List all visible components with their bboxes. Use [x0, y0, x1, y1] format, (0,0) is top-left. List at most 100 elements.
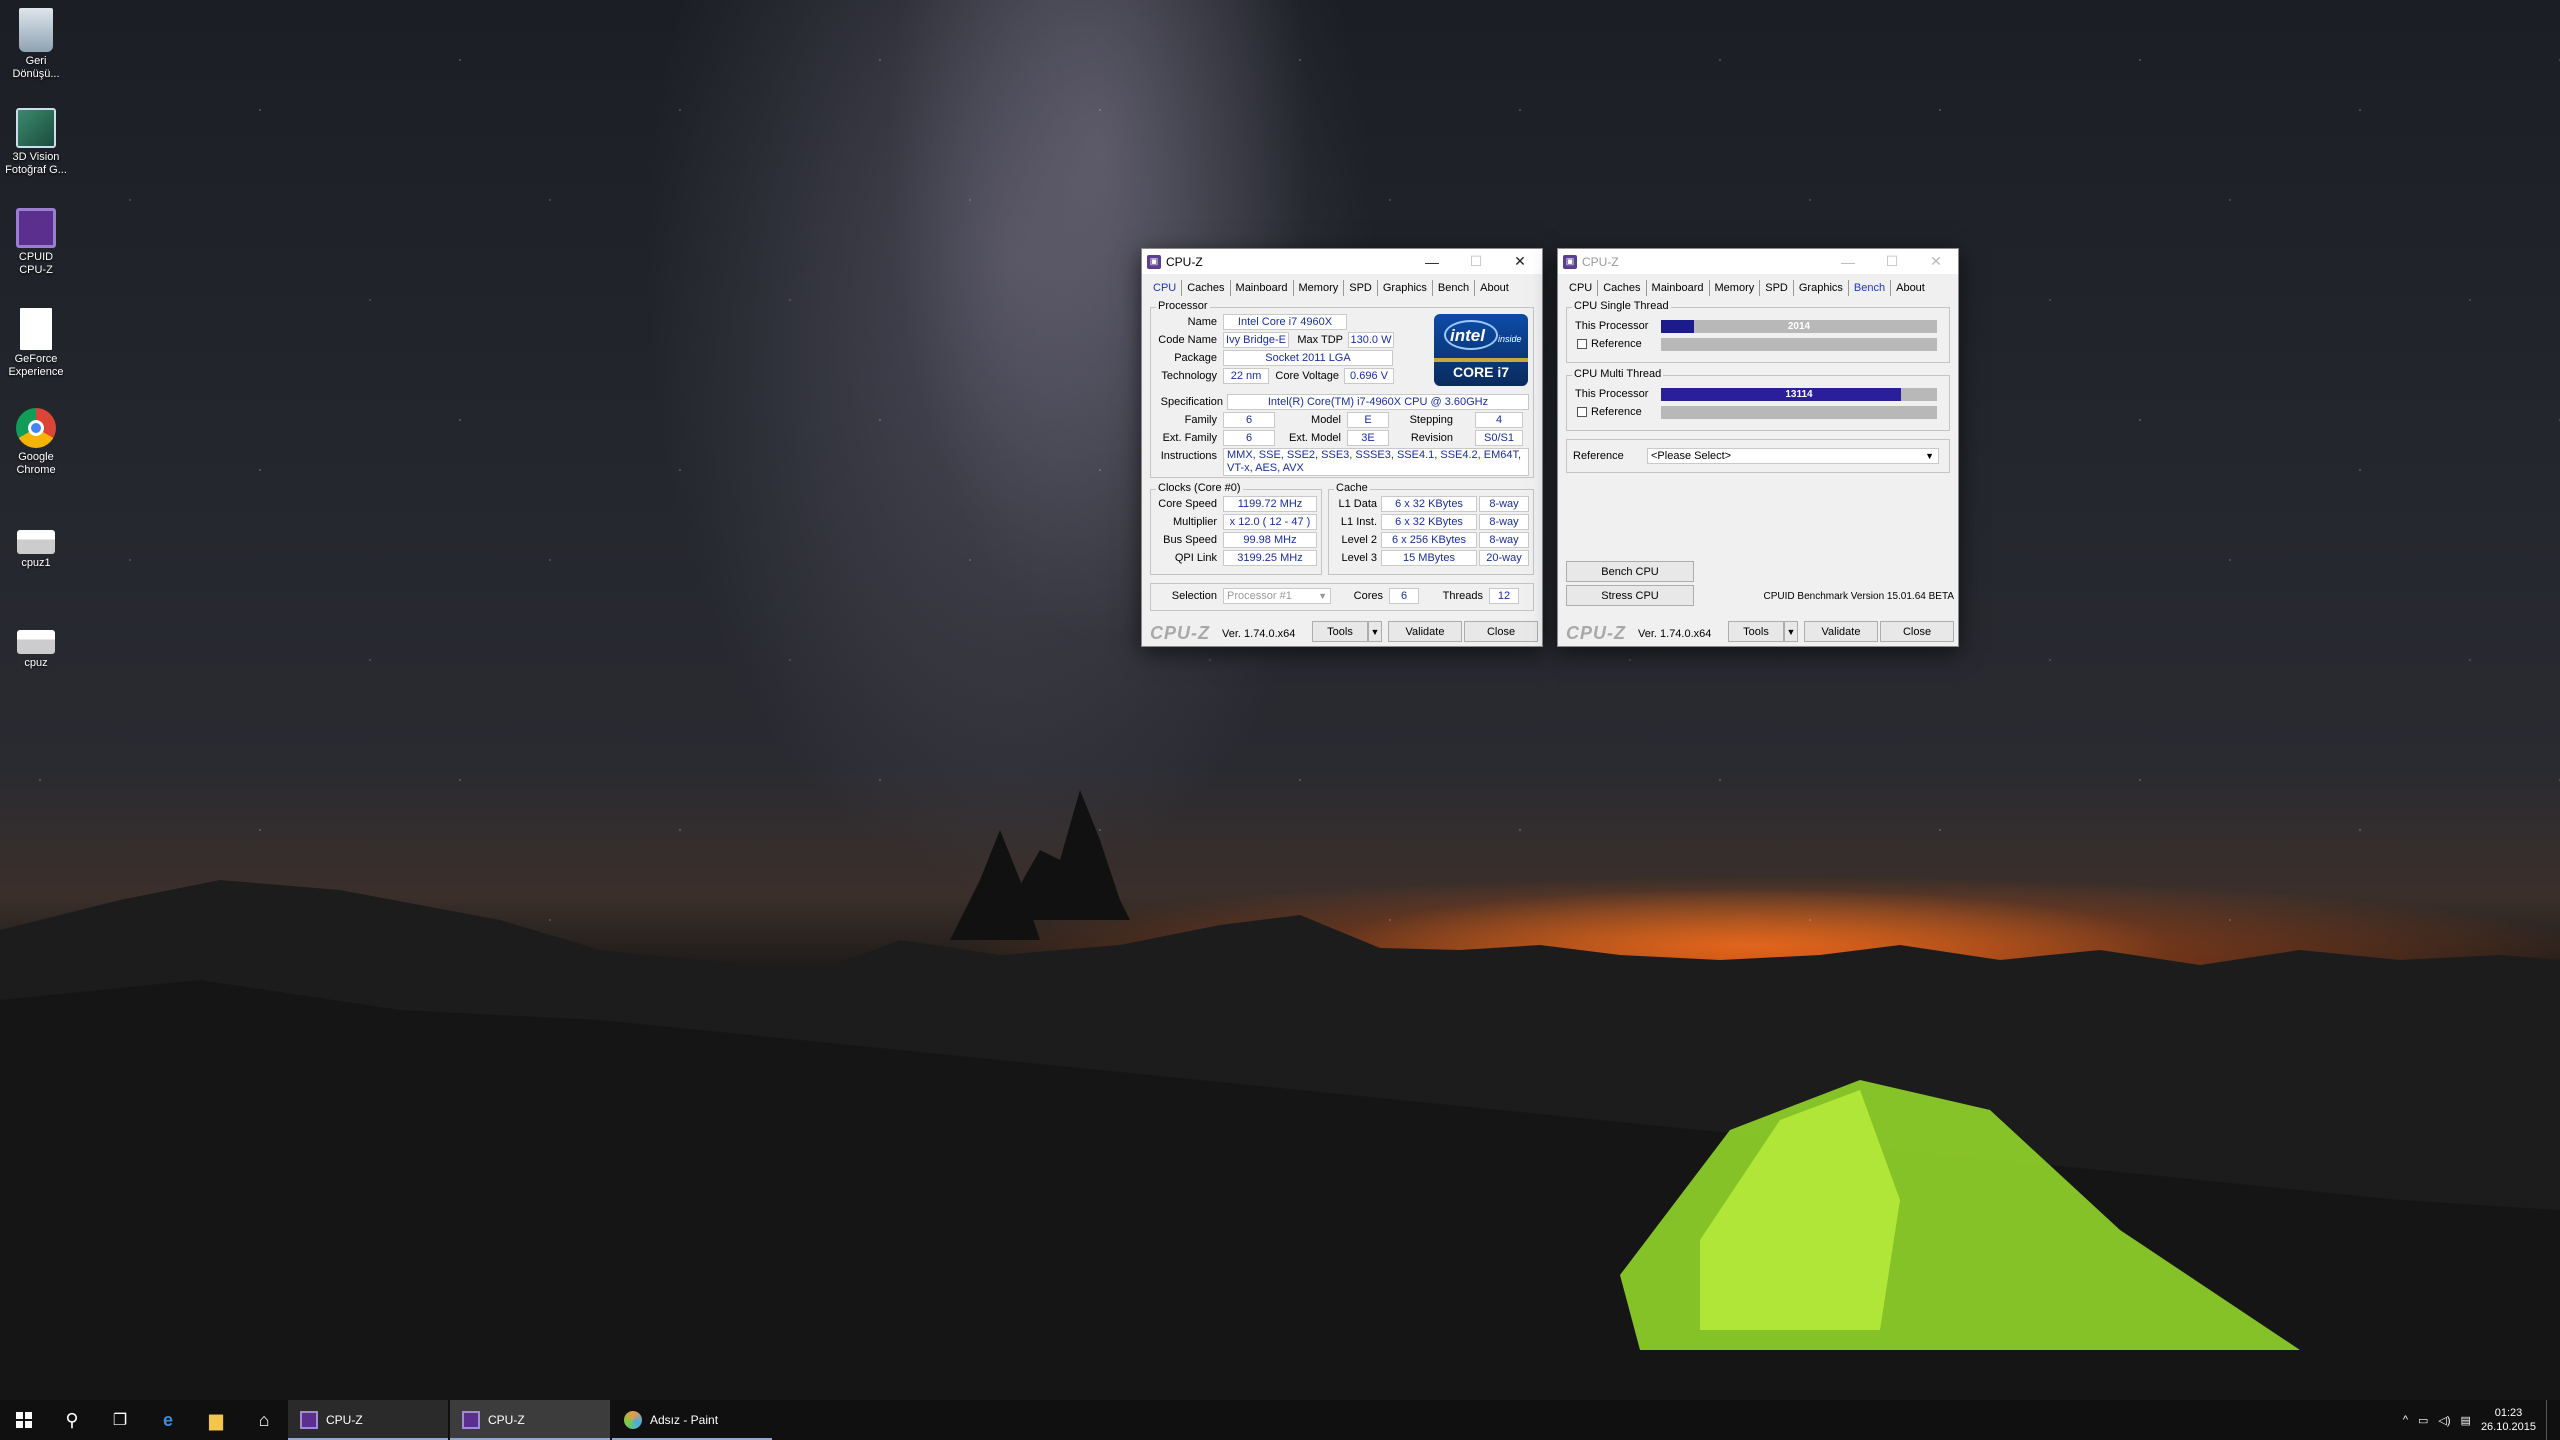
tab-caches[interactable]: Caches — [1598, 280, 1647, 296]
tab-memory[interactable]: Memory — [1294, 280, 1345, 296]
start-button[interactable] — [0, 1400, 48, 1440]
store-button[interactable]: ⌂ — [240, 1400, 288, 1440]
tools-dropdown-button[interactable]: ▼ — [1784, 621, 1798, 642]
selection-label: Selection — [1171, 590, 1217, 602]
desktop-icon-cpuz[interactable]: cpuz — [4, 620, 68, 670]
maxtdp-label: Max TDP — [1297, 334, 1343, 346]
tab-memory[interactable]: Memory — [1710, 280, 1761, 296]
bench-cpu-button[interactable]: Bench CPU — [1566, 561, 1694, 582]
action-center-icon[interactable]: ▤ — [2461, 1414, 2471, 1427]
validate-button[interactable]: Validate — [1388, 621, 1462, 642]
panel-title: CPU Multi Thread — [1572, 368, 1664, 380]
close-window-button[interactable]: ✕ — [1498, 249, 1542, 274]
tab-spd[interactable]: SPD — [1760, 280, 1794, 296]
tab-graphics[interactable]: Graphics — [1378, 280, 1433, 296]
network-icon[interactable]: ▭ — [2418, 1414, 2428, 1427]
desktop-icon-label: Geri Dönüşü... — [12, 55, 60, 80]
maximize-button[interactable]: ☐ — [1870, 249, 1914, 274]
chevron-down-icon: ▼ — [1318, 591, 1327, 601]
taskbar-app-paint[interactable]: Adsız - Paint — [612, 1400, 772, 1440]
l1d-way-value: 8-way — [1479, 496, 1529, 512]
validate-button[interactable]: Validate — [1804, 621, 1878, 642]
tab-bench[interactable]: Bench — [1849, 280, 1892, 296]
reference-select[interactable]: <Please Select> ▼ — [1647, 448, 1939, 464]
recycle-bin-icon — [19, 8, 53, 52]
processor-name-value: Intel Core i7 4960X — [1223, 314, 1347, 330]
tab-cpu[interactable]: CPU — [1564, 280, 1599, 296]
taskbar-app-cpuz-1[interactable]: CPU-Z — [288, 1400, 448, 1440]
chrome-icon — [16, 408, 56, 448]
processor-select[interactable]: Processor #1 ▼ — [1223, 588, 1331, 604]
cpuz-window-bench: ▣ CPU-Z — ☐ ✕ CPU Caches Mainboard Memor… — [1557, 248, 1959, 647]
clock-time: 01:23 — [2494, 1407, 2523, 1419]
single-thread-score: 2014 — [1787, 321, 1811, 332]
taskbar-app-label: Adsız - Paint — [650, 1413, 719, 1427]
tab-about[interactable]: About — [1475, 280, 1514, 296]
clock[interactable]: 01:23 26.10.2015 — [2481, 1406, 2536, 1434]
edge-button[interactable]: e — [144, 1400, 192, 1440]
close-button[interactable]: Close — [1880, 621, 1954, 642]
close-label: Close — [1902, 625, 1932, 638]
minimize-button[interactable]: — — [1826, 249, 1870, 274]
l1d-label: L1 Data — [1338, 498, 1377, 510]
taskbar-app-cpuz-2[interactable]: CPU-Z — [450, 1400, 610, 1440]
l3-value: 15 MBytes — [1381, 550, 1477, 566]
minimize-button[interactable]: — — [1410, 249, 1454, 274]
desktop-icon-geforce[interactable]: GeForce Experience — [4, 308, 68, 379]
desktop-icon-cpuz[interactable]: CPUID CPU-Z — [4, 208, 68, 277]
revision-value: S0/S1 — [1475, 430, 1523, 446]
chevron-down-icon: ▼ — [1370, 626, 1380, 637]
tab-spd[interactable]: SPD — [1344, 280, 1378, 296]
panel-title: CPU Single Thread — [1572, 300, 1671, 312]
tab-bench[interactable]: Bench — [1433, 280, 1476, 296]
specification-label: Specification — [1160, 396, 1223, 408]
chevron-up-icon[interactable]: ^ — [2403, 1414, 2408, 1426]
stress-cpu-button[interactable]: Stress CPU — [1566, 585, 1694, 606]
task-view-button[interactable]: ❐ — [96, 1400, 144, 1440]
cpuz-icon — [16, 208, 56, 248]
multiplier-label: Multiplier — [1172, 516, 1217, 528]
close-button[interactable]: Close — [1464, 621, 1538, 642]
reference-panel: Reference <Please Select> ▼ — [1566, 439, 1950, 473]
tab-about[interactable]: About — [1891, 280, 1930, 296]
paint-icon — [624, 1411, 642, 1429]
desktop-wallpaper — [0, 0, 2560, 1400]
desktop-icon-recycle-bin[interactable]: Geri Dönüşü... — [4, 8, 68, 81]
multi-reference-checkbox[interactable] — [1577, 407, 1587, 417]
intel-brand-text: intel — [1450, 326, 1485, 345]
qpi-label: QPI Link — [1174, 552, 1217, 564]
tab-mainboard[interactable]: Mainboard — [1231, 280, 1294, 296]
tab-cpu[interactable]: CPU — [1148, 280, 1183, 296]
desktop-icon-cpuz1[interactable]: cpuz1 — [4, 520, 68, 570]
processor-select-value: Processor #1 — [1227, 590, 1292, 602]
tools-button[interactable]: Tools — [1728, 621, 1784, 642]
tools-button[interactable]: Tools — [1312, 621, 1368, 642]
tab-caches[interactable]: Caches — [1182, 280, 1231, 296]
tab-bar: CPU Caches Mainboard Memory SPD Graphics… — [1558, 274, 1958, 302]
single-reference-bar — [1661, 338, 1937, 351]
processor-panel: Processor Name Intel Core i7 4960X Code … — [1150, 300, 1534, 478]
tab-mainboard[interactable]: Mainboard — [1647, 280, 1710, 296]
show-desktop-button[interactable] — [2546, 1400, 2550, 1440]
multi-reference-bar — [1661, 406, 1937, 419]
maxtdp-value: 130.0 W — [1348, 332, 1394, 348]
l3-way-value: 20-way — [1479, 550, 1529, 566]
title-bar[interactable]: ▣ CPU-Z — ☐ ✕ — [1558, 249, 1958, 274]
close-window-button[interactable]: ✕ — [1914, 249, 1958, 274]
tools-dropdown-button[interactable]: ▼ — [1368, 621, 1382, 642]
search-button[interactable]: ⚲ — [48, 1400, 96, 1440]
single-reference-checkbox[interactable] — [1577, 339, 1587, 349]
desktop-icon-3d-vision[interactable]: 3D Vision Fotoğraf G... — [4, 108, 68, 177]
maximize-button[interactable]: ☐ — [1454, 249, 1498, 274]
tab-graphics[interactable]: Graphics — [1794, 280, 1849, 296]
file-explorer-button[interactable]: ▆ — [192, 1400, 240, 1440]
clocks-panel: Clocks (Core #0) Core Speed 1199.72 MHz … — [1150, 482, 1322, 575]
title-bar[interactable]: ▣ CPU-Z — ☐ ✕ — [1142, 249, 1542, 274]
volume-icon[interactable]: ◁) — [2438, 1414, 2450, 1427]
tab-bar: CPU Caches Mainboard Memory SPD Graphics… — [1142, 274, 1542, 302]
desktop-icon-label: cpuz1 — [21, 557, 51, 569]
package-value: Socket 2011 LGA — [1223, 350, 1393, 366]
cpuz-app-icon: ▣ — [1147, 254, 1161, 269]
multi-thread-bar: 13114 — [1661, 388, 1937, 401]
desktop-icon-chrome[interactable]: Google Chrome — [4, 408, 68, 477]
